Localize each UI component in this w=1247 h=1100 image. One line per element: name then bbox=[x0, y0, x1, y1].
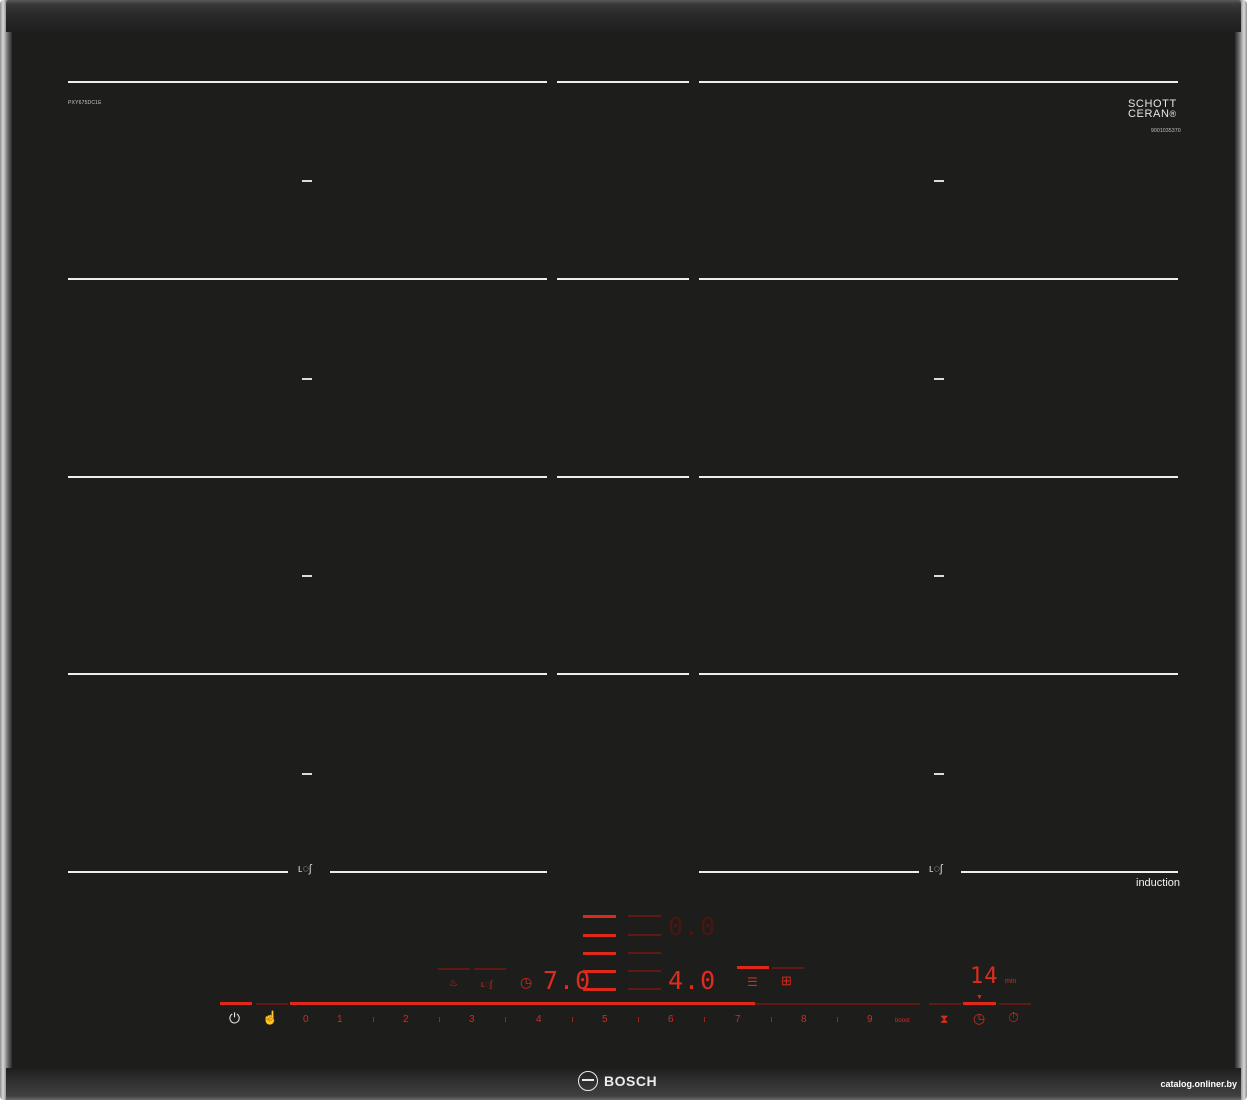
timer-key-indicator-active bbox=[963, 1002, 996, 1005]
power-slider-inactive[interactable] bbox=[755, 1003, 920, 1005]
ceramic-glass-surface bbox=[12, 32, 1235, 1068]
stopwatch-icon[interactable]: ⏱ bbox=[1008, 1010, 1019, 1024]
zone-line bbox=[699, 278, 1178, 280]
bosch-armature-icon bbox=[578, 1071, 598, 1091]
function-key-indicator bbox=[737, 966, 769, 969]
lock-key-indicator bbox=[256, 1003, 288, 1005]
power-icon[interactable]: ⏻ bbox=[229, 1011, 240, 1025]
zone-line bbox=[68, 476, 547, 478]
bosch-logo: BOSCH bbox=[578, 1070, 657, 1092]
zone-center-marker bbox=[302, 773, 312, 775]
zone-center-marker bbox=[302, 378, 312, 380]
zone-line bbox=[68, 278, 547, 280]
schott-ceran-logo: SCHOTT CERAN® bbox=[1128, 98, 1177, 120]
zone-line bbox=[961, 871, 1178, 873]
zone-indicator-bar bbox=[583, 915, 616, 918]
model-number: PXY675DC1E bbox=[68, 100, 102, 106]
function-key-indicator bbox=[438, 968, 470, 970]
power-key-indicator bbox=[220, 1002, 252, 1005]
induction-label: induction bbox=[1136, 877, 1181, 889]
hob-top-edge bbox=[6, 0, 1241, 32]
zone-line bbox=[557, 673, 689, 675]
center-zone-display: 4.0 bbox=[668, 966, 717, 995]
zone-line bbox=[699, 81, 1178, 83]
timer-unit: min bbox=[1005, 978, 1017, 985]
slider-tick bbox=[837, 1017, 838, 1022]
timer-display: 14 bbox=[970, 964, 999, 989]
timer-icon[interactable]: ◷ bbox=[973, 1011, 985, 1025]
slider-tick bbox=[505, 1017, 506, 1022]
timer-key-indicator bbox=[999, 1003, 1031, 1005]
timer-key-indicator bbox=[929, 1003, 961, 1005]
zone-indicator-bar bbox=[628, 970, 661, 972]
power-level-4[interactable]: 4 bbox=[536, 1014, 542, 1025]
power-level-1[interactable]: 1 bbox=[337, 1014, 343, 1025]
power-level-5[interactable]: 5 bbox=[602, 1014, 608, 1025]
zone-line bbox=[557, 476, 689, 478]
move-zone-icon[interactable]: ⊞ bbox=[781, 974, 792, 987]
zone-indicator-bar bbox=[628, 915, 661, 917]
zone-line bbox=[68, 871, 288, 873]
zone-line bbox=[699, 476, 1178, 478]
hourglass-icon[interactable]: ⧗ bbox=[940, 1013, 948, 1025]
flex-zone-icon[interactable]: ☰ bbox=[747, 976, 758, 988]
power-level-6[interactable]: 6 bbox=[668, 1014, 674, 1025]
serial-number: 9001035370 bbox=[1151, 128, 1181, 134]
zone-line bbox=[557, 81, 689, 83]
pan-sensor-icon[interactable]: ʟ◌ʃ bbox=[481, 978, 492, 990]
function-key-indicator bbox=[474, 968, 506, 970]
function-key-indicator bbox=[772, 967, 804, 969]
zone-line bbox=[699, 871, 919, 873]
zone-center-marker bbox=[934, 575, 944, 577]
slider-tick bbox=[771, 1017, 772, 1022]
slider-tick bbox=[572, 1017, 573, 1022]
power-level-2[interactable]: 2 bbox=[403, 1014, 409, 1025]
zone-indicator-bar bbox=[583, 934, 616, 937]
slider-tick bbox=[439, 1017, 440, 1022]
zone-center-marker bbox=[934, 773, 944, 775]
zone-line bbox=[68, 673, 547, 675]
zone-line bbox=[557, 278, 689, 280]
frying-sensor-icon: ʟ◌ʃ bbox=[929, 863, 943, 875]
power-slider-active[interactable] bbox=[290, 1002, 755, 1005]
brand-name: BOSCH bbox=[604, 1073, 658, 1089]
frying-sensor-icon: ʟ◌ʃ bbox=[298, 863, 312, 875]
watermark: catalog.onliner.by bbox=[1160, 1079, 1237, 1089]
zone-indicator-bar bbox=[628, 988, 661, 990]
zone-center-marker bbox=[934, 180, 944, 182]
pot-icon[interactable]: ♨ bbox=[449, 978, 458, 990]
slider-tick bbox=[704, 1017, 705, 1022]
child-lock-icon[interactable]: ☝ bbox=[262, 1011, 278, 1024]
slider-tick bbox=[638, 1017, 639, 1022]
zone-center-marker bbox=[302, 180, 312, 182]
zone-indicator-bar bbox=[583, 952, 616, 955]
zone-indicator-bar bbox=[628, 934, 661, 936]
slider-tick bbox=[373, 1017, 374, 1022]
power-level-8[interactable]: 8 bbox=[801, 1014, 807, 1025]
zone-center-marker bbox=[934, 378, 944, 380]
power-level-3[interactable]: 3 bbox=[469, 1014, 475, 1025]
top-zone-display: 0.0 bbox=[668, 912, 717, 941]
zone-center-marker bbox=[302, 575, 312, 577]
left-zone-display: 7.0 bbox=[543, 966, 592, 995]
zone-line bbox=[68, 81, 547, 83]
clock-icon[interactable]: ◷ bbox=[520, 975, 532, 989]
power-level-7[interactable]: 7 bbox=[735, 1014, 741, 1025]
power-level-9[interactable]: 9 bbox=[867, 1014, 873, 1025]
power-level-0[interactable]: 0 bbox=[303, 1014, 309, 1025]
zone-indicator-bar bbox=[628, 952, 661, 954]
zone-line bbox=[699, 673, 1178, 675]
zone-line bbox=[330, 871, 547, 873]
boost-button[interactable]: boost bbox=[895, 1018, 910, 1024]
